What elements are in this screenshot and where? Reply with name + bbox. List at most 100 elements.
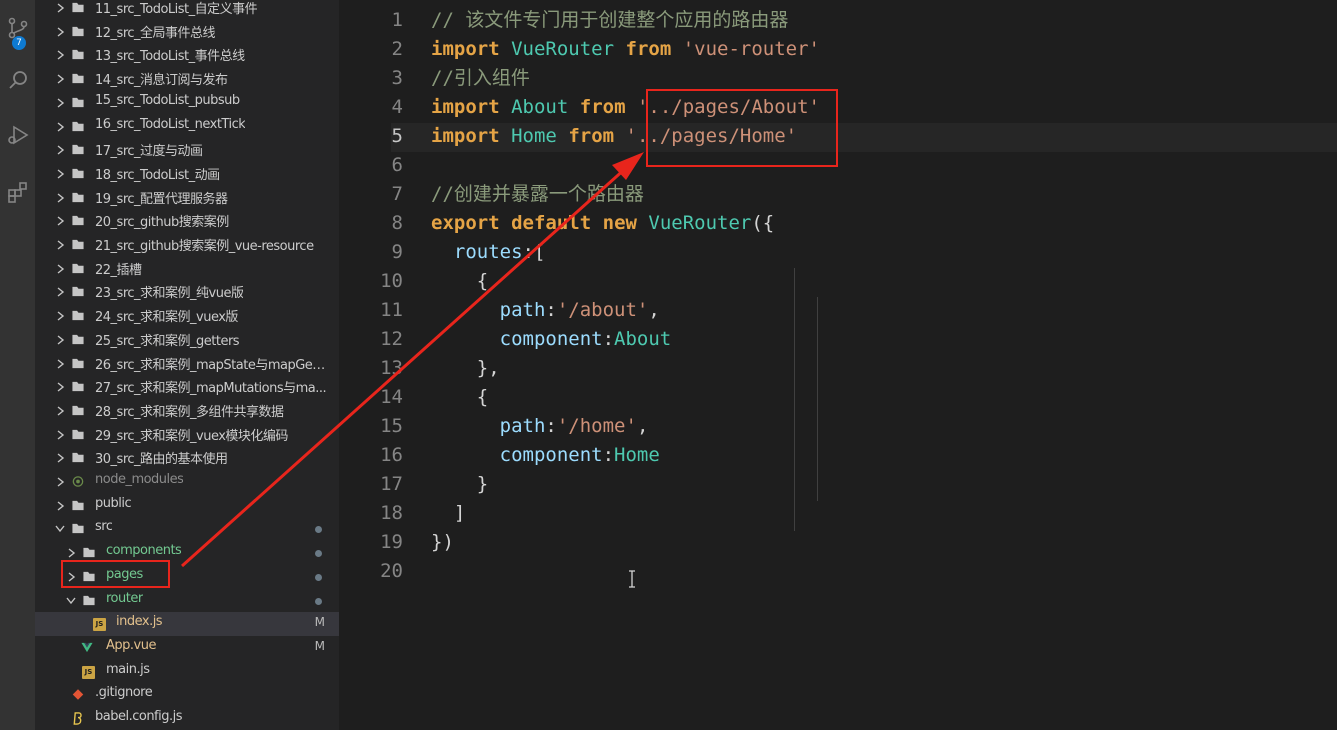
explorer-item[interactable]: 21_src_github搜索案例_vue-resource xyxy=(35,233,339,257)
explorer-item[interactable]: JS main.js xyxy=(35,660,339,684)
search-button[interactable] xyxy=(0,60,35,100)
chevron-right-icon xyxy=(57,264,65,274)
code-token: Home xyxy=(511,125,557,147)
code-text: //创建并暴露一个路由器 xyxy=(431,180,644,209)
explorer-item[interactable]: 30_src_路由的基本使用 xyxy=(35,446,339,470)
code-line: 16 component:Home xyxy=(339,441,1337,470)
explorer-item[interactable]: node_modules xyxy=(35,470,339,494)
code-line: 2 import VueRouter from 'vue-router' xyxy=(339,35,1337,64)
extensions-icon xyxy=(7,182,27,203)
line-number: 13 xyxy=(380,357,403,379)
code-line: 5 import Home from '../pages/Home' xyxy=(339,122,1337,151)
code-line: 18 ] xyxy=(339,499,1337,528)
folder-icon xyxy=(72,358,84,368)
explorer-item[interactable]: 20_src_github搜索案例 xyxy=(35,209,339,233)
code-token: path xyxy=(499,415,546,437)
folder-icon xyxy=(72,334,84,344)
code-token: , xyxy=(648,299,660,321)
explorer-item[interactable]: babel.config.js xyxy=(35,707,339,730)
chevron-right-icon xyxy=(57,477,65,487)
explorer-item[interactable]: 24_src_求和案例_vuex版 xyxy=(35,304,339,328)
code-token: : xyxy=(545,415,557,437)
folder-icon xyxy=(72,50,84,60)
explorer-item[interactable]: 16_src_TodoList_nextTick xyxy=(35,115,339,139)
line-number: 9 xyxy=(391,241,403,263)
line-number: 18 xyxy=(380,502,403,524)
folder-icon xyxy=(72,192,84,202)
code-line: 13 }, xyxy=(339,354,1337,383)
git-change-dot xyxy=(315,550,322,558)
chevron-right-icon xyxy=(57,145,65,155)
folder-icon xyxy=(72,524,84,534)
git-change-dot xyxy=(315,597,322,605)
chevron-right-icon xyxy=(57,169,65,179)
line-number: 12 xyxy=(380,328,403,350)
code-text: routes:[ xyxy=(431,238,546,267)
explorer-item[interactable]: public xyxy=(35,494,339,518)
explorer-item[interactable]: 29_src_求和案例_vuex模块化编码 xyxy=(35,423,339,447)
explorer-item[interactable]: 15_src_TodoList_pubsub xyxy=(35,91,339,115)
line-number: 3 xyxy=(391,67,403,89)
explorer-item[interactable]: 28_src_求和案例_多组件共享数据 xyxy=(35,399,339,423)
chevron-right-icon xyxy=(57,98,65,108)
explorer-item[interactable]: 12_src_全局事件总线 xyxy=(35,20,339,44)
search-icon xyxy=(8,71,27,89)
explorer-item[interactable]: 19_src_配置代理服务器 xyxy=(35,186,339,210)
extensions-button[interactable] xyxy=(0,172,35,212)
explorer-item[interactable]: 27_src_求和案例_mapMutations与ma... xyxy=(35,375,339,399)
explorer-item-label: 26_src_求和案例_mapState与mapGett... xyxy=(95,357,327,373)
code-line: 20 xyxy=(339,557,1337,586)
explorer-item[interactable]: .gitignore xyxy=(35,683,339,707)
run-debug-button[interactable] xyxy=(0,115,35,155)
explorer-item[interactable]: 18_src_TodoList_动画 xyxy=(35,162,339,186)
explorer-item[interactable]: 22_插槽 xyxy=(35,257,339,281)
code-text: { xyxy=(431,383,488,412)
code-token: : xyxy=(545,299,557,321)
explorer-item[interactable]: JS index.js M xyxy=(35,612,339,636)
folder-icon xyxy=(72,500,84,510)
code-token: new xyxy=(602,212,637,234)
code-token: import xyxy=(431,96,500,118)
chevron-right-icon xyxy=(57,453,65,463)
code-token: VueRouter xyxy=(511,38,615,60)
js-file-icon: JS xyxy=(93,618,106,632)
code-token: default xyxy=(511,212,592,234)
explorer-item[interactable]: 13_src_TodoList_事件总线 xyxy=(35,43,339,67)
line-number: 17 xyxy=(380,473,403,495)
explorer-item[interactable]: App.vue M xyxy=(35,636,339,660)
explorer-sidebar: 11_src_TodoList_自定义事件 12_src_全局事件总线 13_src… xyxy=(35,0,339,730)
explorer-item-label: .gitignore xyxy=(95,685,153,701)
explorer-item[interactable]: 17_src_过度与动画 xyxy=(35,138,339,162)
vue-file-icon xyxy=(81,642,93,653)
source-control-badge: 7 xyxy=(12,36,26,50)
code-token: '/about' xyxy=(556,299,649,321)
code-token: : xyxy=(602,328,615,350)
js-file-icon: JS xyxy=(82,665,95,679)
folder-icon xyxy=(72,26,84,36)
folder-icon xyxy=(72,73,84,84)
explorer-item[interactable]: router xyxy=(35,589,339,613)
code-line: 14 { xyxy=(339,383,1337,412)
explorer-item[interactable]: src xyxy=(35,517,339,541)
explorer-item[interactable]: 23_src_求和案例_纯vue版 xyxy=(35,280,339,304)
code-line: 4 import About from '../pages/About' xyxy=(339,93,1337,122)
chevron-right-icon xyxy=(57,193,65,203)
line-number: 15 xyxy=(380,415,403,437)
explorer-item[interactable]: 11_src_TodoList_自定义事件 xyxy=(35,0,339,20)
source-control-button[interactable]: 7 xyxy=(0,8,35,50)
code-token: '/home' xyxy=(556,415,637,437)
code-token: Home xyxy=(614,444,660,466)
code-token: }) xyxy=(431,531,454,553)
folder-icon xyxy=(72,145,84,155)
explorer-item[interactable]: 14_src_消息订阅与发布 xyxy=(35,67,339,91)
folder-icon xyxy=(72,405,84,416)
code-editor[interactable]: 1 // 该文件专门用于创建整个应用的路由器 2 import VueRouter f… xyxy=(339,0,1337,730)
code-token: from xyxy=(579,96,626,118)
code-text: export default new VueRouter({ xyxy=(431,209,774,238)
explorer-item[interactable]: 26_src_求和案例_mapState与mapGett... xyxy=(35,352,339,376)
explorer-item[interactable]: 25_src_求和案例_getters xyxy=(35,328,339,352)
line-number: 19 xyxy=(380,531,403,553)
chevron-right-icon xyxy=(57,3,65,13)
